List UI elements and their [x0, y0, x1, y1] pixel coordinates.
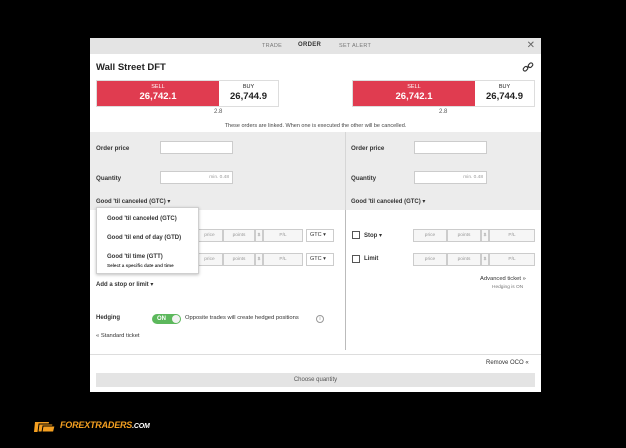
left-quantity-input[interactable]: min. 0.48: [160, 171, 233, 184]
quantity-label: Quantity: [96, 175, 122, 182]
link-icon[interactable]: [522, 61, 534, 73]
hedging-label: Hedging: [96, 315, 120, 321]
right-limit-currency: $: [481, 253, 489, 266]
left-price-box: SELL 26,742.1 BUY 26,744.9: [96, 80, 279, 107]
buy-price: 26,744.9: [230, 91, 267, 102]
right-quantity-input[interactable]: min. 0.48: [414, 171, 487, 184]
advanced-ticket-label: Advanced ticket: [480, 276, 521, 282]
logo-text: FOREXTRADERS.COM: [60, 420, 150, 430]
tab-bar: TRADE ORDER SET ALERT ✕: [90, 38, 541, 54]
dropdown-option-gtt[interactable]: Good 'til time (GTT): [107, 254, 163, 260]
right-order-price-input[interactable]: [414, 141, 487, 154]
standard-ticket-label: Standard ticket: [100, 333, 140, 339]
double-chevron-left-icon: «: [96, 333, 100, 339]
advanced-ticket-link[interactable]: Advanced ticket »: [480, 276, 526, 282]
left-duration-select[interactable]: Good 'til canceled (GTC) ▾: [96, 198, 170, 205]
tab-set-alert[interactable]: SET ALERT: [339, 43, 371, 49]
hedging-toggle[interactable]: ON: [152, 314, 181, 324]
right-sell-button[interactable]: SELL 26,742.1: [353, 81, 475, 106]
left-stop-points[interactable]: points: [223, 229, 255, 242]
add-stop-limit-button[interactable]: Add a stop or limit ▾: [96, 281, 153, 288]
stop-checkbox[interactable]: [352, 231, 360, 239]
right-limit-points[interactable]: points: [447, 253, 481, 266]
quantity-label: Quantity: [351, 175, 377, 182]
right-stop-price[interactable]: price: [413, 229, 447, 242]
sell-label: SELL: [407, 84, 421, 90]
right-spread: 2.8: [439, 109, 448, 115]
left-limit-duration-select[interactable]: GTC ▾: [306, 253, 334, 266]
left-stop-price[interactable]: price: [196, 229, 223, 242]
logo-suffix: .COM: [132, 423, 150, 430]
right-limit-price[interactable]: price: [413, 253, 447, 266]
dropdown-option-gtd[interactable]: Good 'til end of day (GTD): [107, 235, 181, 241]
left-order-price-input[interactable]: [160, 141, 233, 154]
tab-order[interactable]: ORDER: [298, 42, 321, 48]
standard-ticket-link[interactable]: « Standard ticket: [96, 333, 140, 339]
limit-checkbox[interactable]: [352, 255, 360, 263]
toggle-state: ON: [157, 316, 166, 322]
tab-trade[interactable]: TRADE: [262, 43, 282, 49]
right-buy-button[interactable]: BUY 26,744.9: [475, 81, 534, 106]
left-sell-button[interactable]: SELL 26,742.1: [97, 81, 219, 106]
left-limit-price[interactable]: price: [196, 253, 223, 266]
limit-label[interactable]: Limit: [364, 256, 378, 262]
choose-quantity-button[interactable]: Choose quantity: [96, 373, 535, 387]
stop-label[interactable]: Stop ▾: [364, 232, 382, 239]
right-stop-currency: $: [481, 229, 489, 242]
left-limit-points[interactable]: points: [223, 253, 255, 266]
hedging-status: Hedging is ON: [492, 285, 524, 290]
right-limit-pl[interactable]: P/L: [489, 253, 535, 266]
logo-main: FOREXTRADERS: [60, 420, 133, 430]
left-spread: 2.8: [214, 109, 223, 115]
double-chevron-right-icon: »: [522, 276, 526, 282]
dropdown-option-gtc[interactable]: Good 'til canceled (GTC): [107, 216, 177, 222]
order-price-label: Order price: [351, 145, 385, 152]
double-chevron-left-icon: «: [525, 360, 529, 366]
order-price-label: Order price: [96, 145, 130, 152]
right-price-box: SELL 26,742.1 BUY 26,744.9: [352, 80, 535, 107]
left-stop-pl[interactable]: P/L: [263, 229, 303, 242]
left-buy-button[interactable]: BUY 26,744.9: [219, 81, 278, 106]
right-duration-select[interactable]: Good 'til canceled (GTC) ▾: [351, 198, 425, 205]
instrument-title: Wall Street DFT: [96, 62, 166, 73]
sell-price: 26,742.1: [395, 91, 433, 102]
left-stop-currency: $: [255, 229, 263, 242]
info-icon[interactable]: i: [316, 315, 324, 323]
buy-label: BUY: [242, 84, 255, 90]
logo-icon: [34, 422, 56, 433]
close-icon[interactable]: ✕: [527, 40, 535, 52]
dropdown-option-gtt-sub: Select a specific date and time: [107, 263, 174, 268]
linked-orders-note: These orders are linked. When one is exe…: [224, 123, 407, 129]
column-divider: [345, 210, 346, 350]
sell-price: 26,742.1: [139, 91, 177, 102]
right-stop-points[interactable]: points: [447, 229, 481, 242]
left-limit-pl[interactable]: P/L: [263, 253, 303, 266]
remove-oco-label: Remove OCO: [486, 360, 524, 366]
duration-dropdown: Good 'til canceled (GTC) Good 'til end o…: [96, 207, 199, 274]
hedging-note: Opposite trades will create hedged posit…: [185, 315, 299, 321]
panel-divider: [345, 132, 346, 210]
remove-oco-link[interactable]: Remove OCO «: [486, 360, 529, 366]
buy-label: BUY: [498, 84, 511, 90]
toggle-knob: [172, 315, 180, 323]
buy-price: 26,744.9: [486, 91, 523, 102]
left-stop-duration-select[interactable]: GTC ▾: [306, 229, 334, 242]
sell-label: SELL: [151, 84, 165, 90]
separator: [90, 354, 541, 355]
left-limit-currency: $: [255, 253, 263, 266]
right-stop-pl[interactable]: P/L: [489, 229, 535, 242]
